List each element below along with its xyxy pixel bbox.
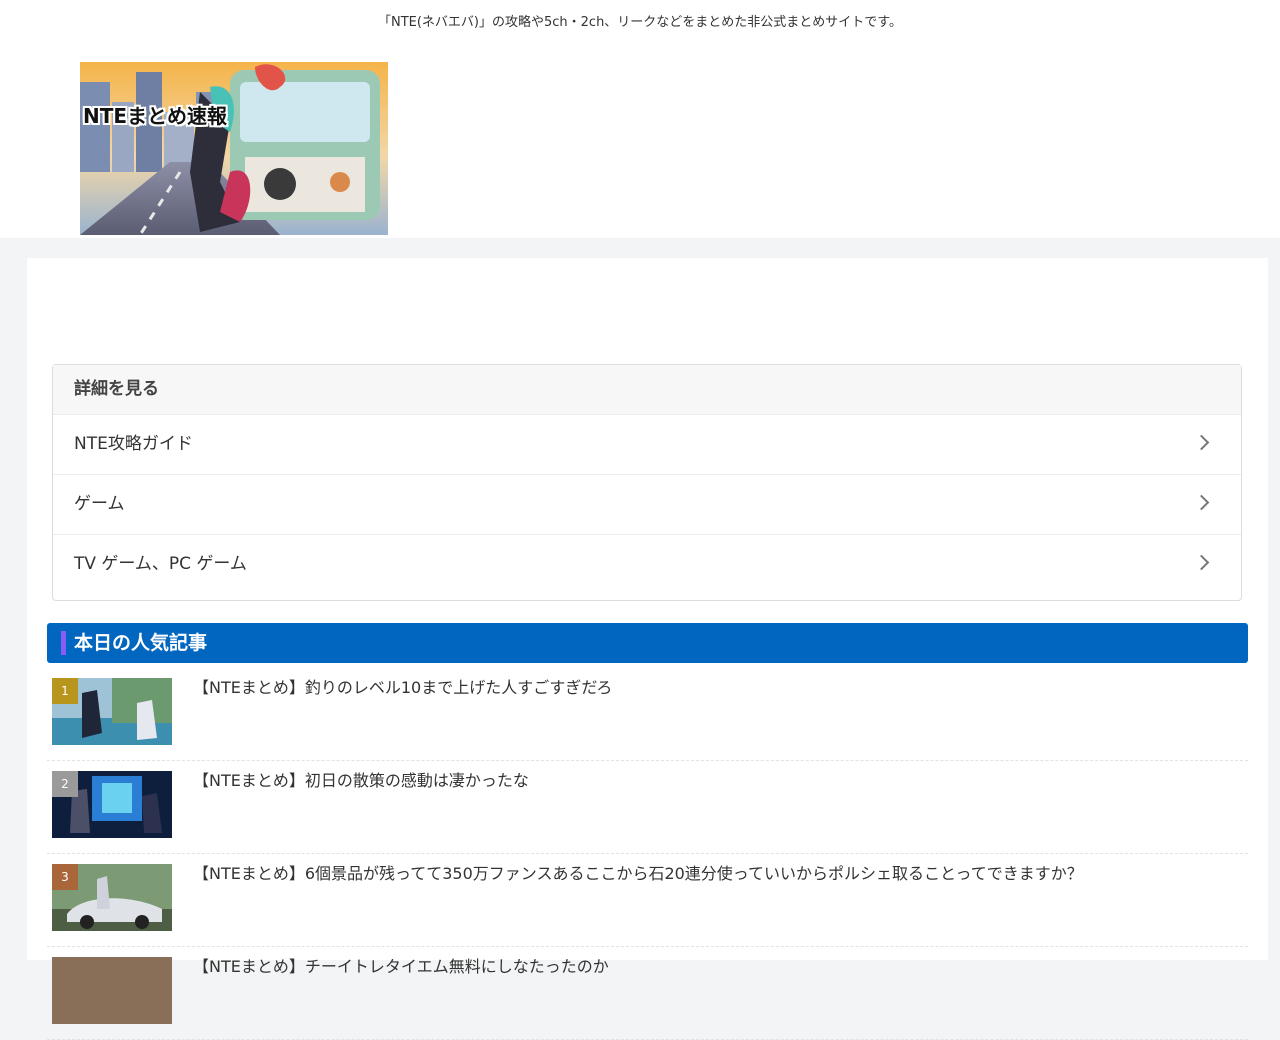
main-content: 詳細を見る NTE攻略ガイド ゲーム TV ゲーム、PC ゲーム 本日の人気記事 xyxy=(27,258,1268,1040)
details-item-label: ゲーム xyxy=(74,494,125,514)
heading-accent-bar xyxy=(61,631,66,655)
logo-text: NTEまとめ速報 xyxy=(83,104,228,128)
details-item-tv-pc-game[interactable]: TV ゲーム、PC ゲーム xyxy=(53,534,1241,594)
rank-badge: 2 xyxy=(52,771,78,797)
article-thumbnail[interactable]: 2 xyxy=(52,771,172,838)
site-header: 「NTE(ネバエバ)」の攻略や5ch・2ch、リークなどをまとめた非公式まとめサ… xyxy=(0,0,1280,238)
article-title[interactable]: 【NTEまとめ】6個景品が残ってて350万ファンスあるここから石20連分使ってい… xyxy=(193,860,1083,884)
article-title[interactable]: 【NTEまとめ】釣りのレベル10まで上げた人すごすぎだろ xyxy=(193,674,612,698)
details-item-game[interactable]: ゲーム xyxy=(53,474,1241,534)
list-item[interactable]: 3 【NTEまとめ】6個景品が残ってて350万ファンスあるここから石20連分使っ… xyxy=(47,854,1248,947)
article-thumbnail[interactable]: 1 xyxy=(52,678,172,745)
rank-badge: 3 xyxy=(52,864,78,890)
article-thumbnail[interactable]: 3 xyxy=(52,864,172,931)
site-logo[interactable]: NTEまとめ速報 xyxy=(80,62,388,235)
article-title[interactable]: 【NTEまとめ】初日の散策の感動は凄かったな xyxy=(193,767,529,791)
list-item[interactable]: 1 【NTEまとめ】釣りのレベル10まで上げた人すごすぎだろ xyxy=(47,668,1248,761)
popular-articles-list: 1 【NTEまとめ】釣りのレベル10まで上げた人すごすぎだろ 2 【NTEまとめ… xyxy=(47,668,1248,1040)
details-item-label: TV ゲーム、PC ゲーム xyxy=(74,554,247,574)
site-tagline: 「NTE(ネバエバ)」の攻略や5ch・2ch、リークなどをまとめた非公式まとめサ… xyxy=(377,15,903,30)
rank-badge: 1 xyxy=(52,678,78,704)
chevron-right-icon xyxy=(1193,554,1210,571)
popular-articles-heading: 本日の人気記事 xyxy=(47,623,1248,663)
list-item[interactable]: 【NTEまとめ】チーイトレタイエム無料にしなたったのか xyxy=(47,947,1248,1040)
logo-illustration xyxy=(80,62,388,235)
article-title[interactable]: 【NTEまとめ】チーイトレタイエム無料にしなたったのか xyxy=(193,953,609,977)
list-item[interactable]: 2 【NTEまとめ】初日の散策の感動は凄かったな xyxy=(47,761,1248,854)
chevron-right-icon xyxy=(1193,494,1210,511)
chevron-right-icon xyxy=(1193,434,1210,451)
details-item-nte-guide[interactable]: NTE攻略ガイド xyxy=(53,414,1241,474)
details-menu-title: 詳細を見る xyxy=(53,365,1241,414)
details-item-label: NTE攻略ガイド xyxy=(74,434,193,454)
popular-articles-title: 本日の人気記事 xyxy=(74,632,208,654)
details-menu: 詳細を見る NTE攻略ガイド ゲーム TV ゲーム、PC ゲーム xyxy=(52,364,1242,601)
article-thumbnail[interactable] xyxy=(52,957,172,1024)
